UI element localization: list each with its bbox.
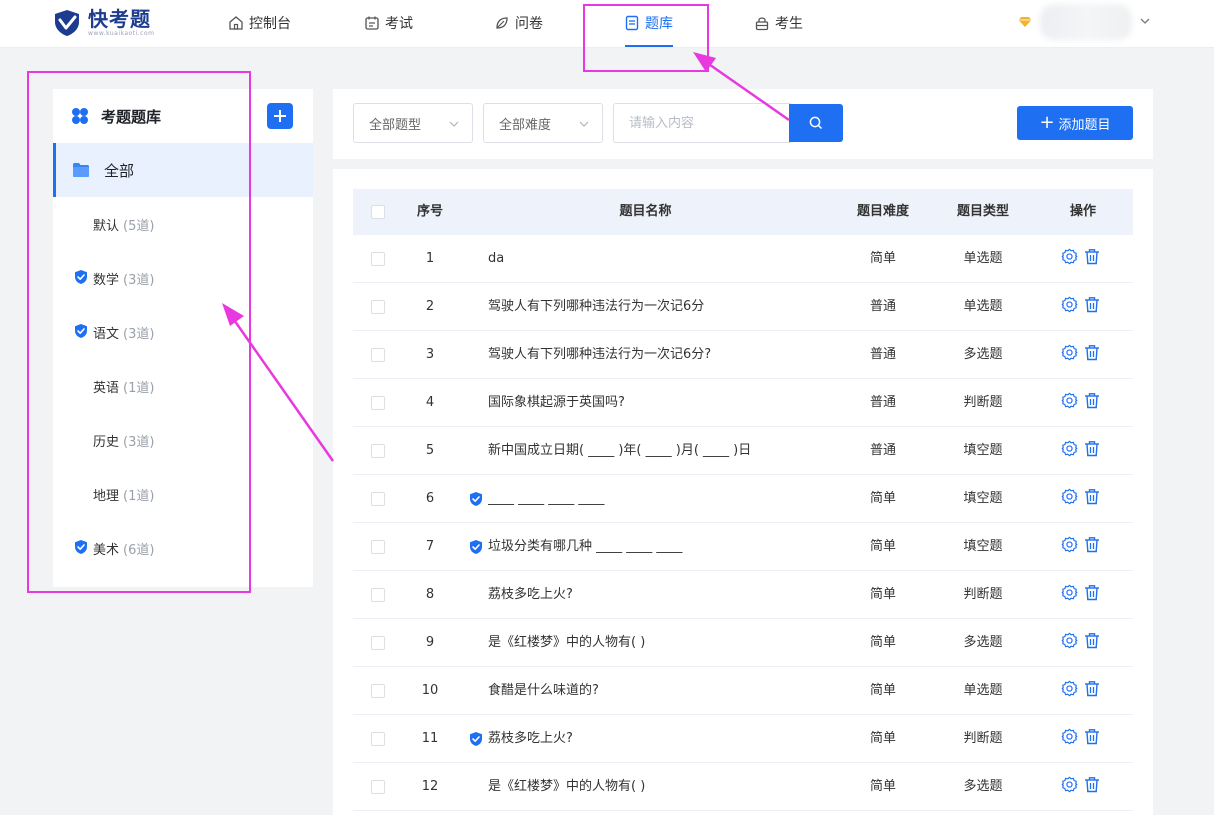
arrow-head [693, 52, 716, 72]
arrow-head [222, 303, 244, 326]
annotation-arrows [222, 52, 790, 462]
